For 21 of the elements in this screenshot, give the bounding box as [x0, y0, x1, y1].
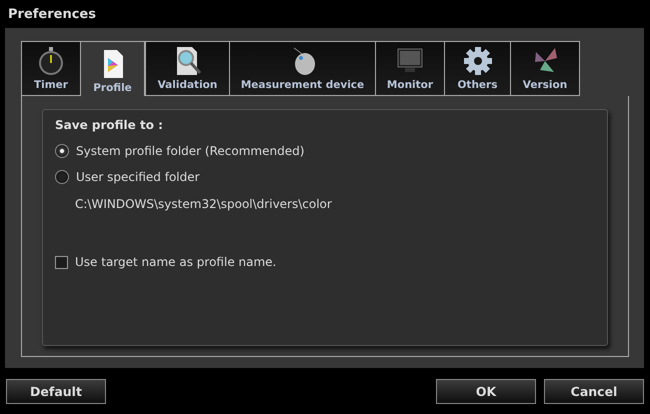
- checkbox-label: Use target name as profile name.: [75, 255, 276, 269]
- tab[interactable]: Measurement device: [229, 41, 375, 96]
- tab[interactable]: Others: [444, 41, 510, 96]
- tab[interactable]: Validation: [145, 41, 229, 96]
- ok-button[interactable]: OK: [436, 378, 536, 404]
- stopwatch-icon: [36, 46, 66, 76]
- option-label: System profile folder (Recommended): [76, 144, 304, 158]
- default-button[interactable]: Default: [6, 378, 106, 404]
- option-label: User specified folder: [76, 170, 200, 184]
- cancel-button[interactable]: Cancel: [544, 378, 644, 404]
- window-title: Preferences: [7, 6, 97, 24]
- folder-path: C:\WINDOWS\system32\spool\drivers\color: [75, 197, 333, 211]
- tab[interactable]: Version: [510, 41, 580, 96]
- section-title: Save profile to :: [55, 118, 164, 132]
- checkbox[interactable]: [55, 256, 68, 268]
- tab[interactable]: Timer: [21, 41, 80, 96]
- tab[interactable]: Profile: [80, 41, 145, 96]
- tab[interactable]: Monitor: [375, 41, 444, 96]
- gear-icon: [462, 46, 492, 76]
- radio-button[interactable]: [55, 170, 69, 184]
- radio-button[interactable]: [55, 144, 69, 158]
